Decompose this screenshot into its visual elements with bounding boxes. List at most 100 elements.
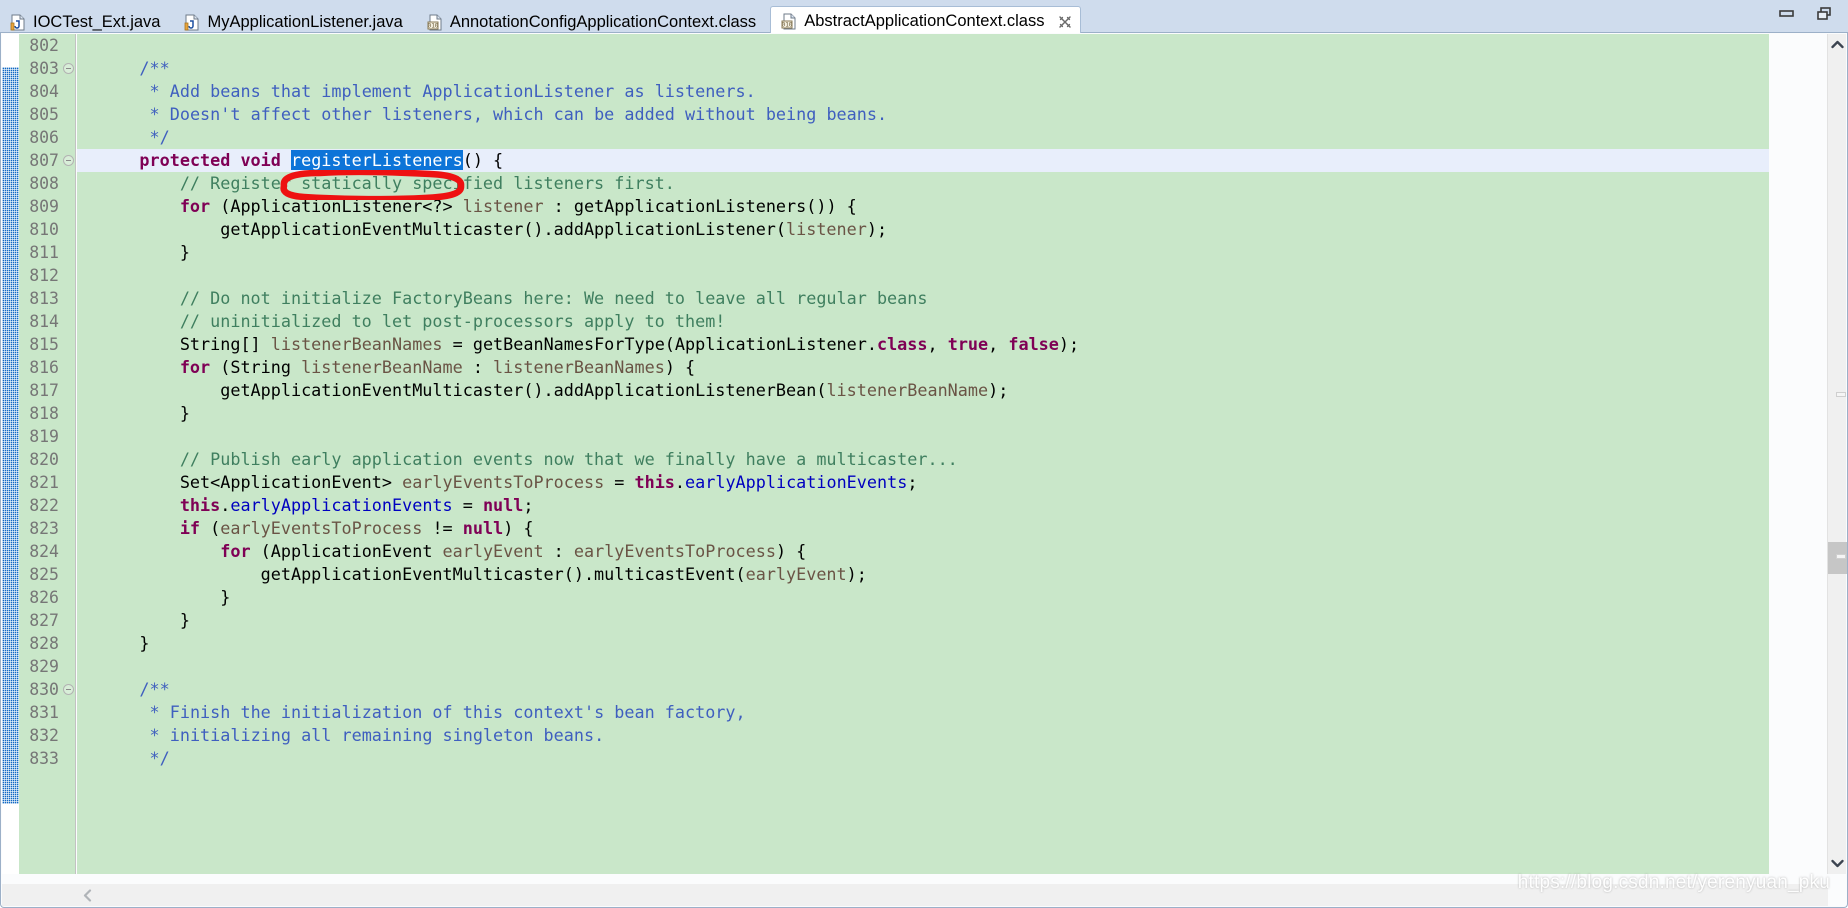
code-line[interactable]: for (ApplicationEvent earlyEvent : early… — [77, 540, 1769, 563]
chevron-down-icon[interactable] — [1828, 854, 1847, 873]
code-line[interactable]: // Do not initialize FactoryBeans here: … — [77, 287, 1769, 310]
code-token: , — [927, 334, 948, 354]
code-token: (String — [210, 357, 302, 377]
code-line[interactable]: String[] listenerBeanNames = getBeanName… — [77, 333, 1769, 356]
code-token: for — [179, 196, 211, 216]
code-line[interactable]: } — [77, 632, 1769, 655]
code-line[interactable]: * Add beans that implement ApplicationLi… — [77, 80, 1769, 103]
line-number-label: 818 — [29, 404, 59, 423]
code-line[interactable]: getApplicationEventMulticaster().multica… — [77, 563, 1769, 586]
chevron-left-icon[interactable] — [76, 884, 98, 906]
code-line[interactable]: * Finish the initialization of this cont… — [77, 701, 1769, 724]
code-token: /** — [139, 58, 170, 78]
code-line[interactable]: * Doesn't affect other listeners, which … — [77, 103, 1769, 126]
code-line[interactable]: } — [77, 586, 1769, 609]
code-line[interactable]: // Register statically specified listene… — [77, 172, 1769, 195]
line-number: 825 — [19, 563, 75, 586]
code-token: } — [99, 403, 190, 423]
code-token: */ — [149, 748, 170, 768]
source-code-viewer[interactable]: /** * Add beans that implement Applicati… — [77, 34, 1769, 874]
code-line[interactable]: protected void registerListeners() { — [77, 149, 1769, 172]
vertical-scrollbar[interactable] — [1827, 34, 1847, 874]
code-line[interactable]: /** — [77, 57, 1769, 80]
code-token: ) { — [664, 357, 696, 377]
overview-ruler-mark[interactable] — [1836, 392, 1846, 397]
code-line[interactable]: } — [77, 402, 1769, 425]
code-line[interactable]: } — [77, 609, 1769, 632]
code-token: * Finish the initialization of this cont… — [149, 702, 746, 722]
code-token: earlyEventsToProcess — [573, 541, 776, 561]
code-line[interactable]: */ — [77, 747, 1769, 770]
code-token: * Doesn't affect other listeners, which … — [149, 104, 888, 124]
code-token: * Add beans that implement ApplicationLi… — [149, 81, 756, 101]
code-line[interactable] — [77, 425, 1769, 448]
code-line[interactable]: // uninitialized to let post-processors … — [77, 310, 1769, 333]
minimize-icon[interactable] — [1778, 6, 1796, 22]
code-token: (ApplicationEvent — [250, 541, 443, 561]
code-line[interactable]: // Publish early application events now … — [77, 448, 1769, 471]
svg-text:010: 010 — [782, 22, 793, 29]
line-number-label: 831 — [29, 703, 59, 722]
code-line[interactable]: Set<ApplicationEvent> earlyEventsToProce… — [77, 471, 1769, 494]
editor-tab[interactable]: 010 AnnotationConfigApplicationContext.cl… — [417, 9, 770, 36]
code-token: getApplicationEventMulticaster().addAppl… — [99, 380, 827, 400]
marker-bar[interactable] — [2, 34, 19, 874]
code-line[interactable]: * initializing all remaining singleton b… — [77, 724, 1769, 747]
code-line[interactable]: getApplicationEventMulticaster().addAppl… — [77, 379, 1769, 402]
code-line[interactable]: for (ApplicationListener<?> listener : g… — [77, 195, 1769, 218]
line-number: 829 — [19, 655, 75, 678]
code-line[interactable] — [77, 655, 1769, 678]
code-line[interactable]: */ — [77, 126, 1769, 149]
line-number-ruler[interactable]: 802 803 804 805 806 807 808 809 810 811 812 813 814 8… — [19, 34, 76, 874]
collapse-fold-icon[interactable] — [63, 63, 74, 74]
code-token: // Publish early application events now … — [179, 449, 958, 469]
line-number: 810 — [19, 218, 75, 241]
horizontal-scrollbar[interactable] — [2, 884, 1828, 906]
editor-tab-label: AbstractApplicationContext.class — [804, 12, 1045, 30]
collapse-fold-icon[interactable] — [63, 155, 74, 166]
code-token: for — [179, 357, 211, 377]
line-number: 823 — [19, 517, 75, 540]
code-token: ); — [866, 219, 888, 239]
selected-token: registerListeners — [290, 150, 463, 170]
code-token: != — [422, 518, 463, 538]
code-line[interactable]: } — [77, 241, 1769, 264]
code-token: = — [452, 495, 483, 515]
line-number: 824 — [19, 540, 75, 563]
editor-tab[interactable]: 010 AbstractApplicationContext.class — [770, 6, 1082, 36]
editor-tab[interactable]: IOCTest_Ext.java — [0, 9, 174, 36]
overview-ruler-mark[interactable] — [1836, 554, 1846, 559]
code-line[interactable] — [77, 34, 1769, 57]
code-line[interactable]: this.earlyApplicationEvents = null; — [77, 494, 1769, 517]
code-line[interactable] — [77, 264, 1769, 287]
editor-tab[interactable]: MyApplicationListener.java — [174, 9, 416, 36]
close-icon[interactable] — [1058, 15, 1072, 29]
line-number-label: 826 — [29, 588, 59, 607]
code-line[interactable]: for (String listenerBeanName : listenerB… — [77, 356, 1769, 379]
code-token: . — [674, 472, 686, 492]
line-number-label: 815 — [29, 335, 59, 354]
java-file-icon — [10, 14, 26, 31]
code-token: . — [220, 495, 231, 515]
code-token: String[] — [99, 334, 271, 354]
restore-icon[interactable] — [1816, 6, 1834, 22]
code-token: : getApplicationListeners()) { — [543, 196, 857, 216]
line-number-label: 817 — [29, 381, 59, 400]
chevron-up-icon[interactable] — [1828, 35, 1847, 54]
collapse-fold-icon[interactable] — [63, 684, 74, 695]
code-line[interactable]: if (earlyEventsToProcess != null) { — [77, 517, 1769, 540]
code-token: true — [947, 334, 989, 354]
code-line[interactable]: getApplicationEventMulticaster().addAppl… — [77, 218, 1769, 241]
code-line[interactable]: /** — [77, 678, 1769, 701]
code-token: () { — [462, 150, 504, 170]
